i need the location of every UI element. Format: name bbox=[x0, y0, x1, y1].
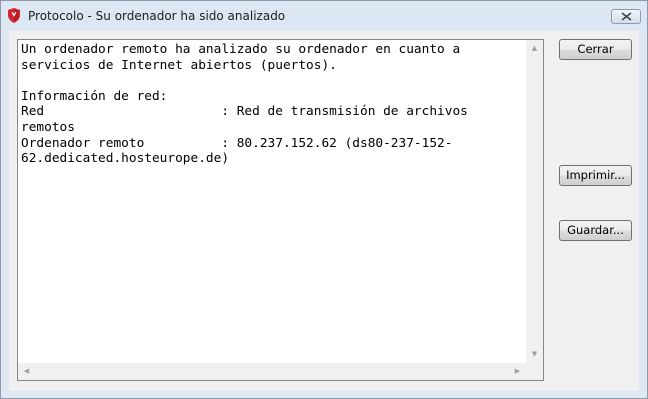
vertical-scrollbar[interactable]: ▲ ▼ bbox=[526, 40, 543, 363]
close-icon bbox=[621, 12, 632, 21]
protocol-dialog: Protocolo - Su ordenador ha sido analiza… bbox=[0, 0, 648, 399]
window-title: Protocolo - Su ordenador ha sido analiza… bbox=[28, 9, 286, 23]
title-bar[interactable]: Protocolo - Su ordenador ha sido analiza… bbox=[1, 1, 647, 31]
dialog-client-area: Un ordenador remoto ha analizado su orde… bbox=[9, 31, 639, 391]
scroll-right-icon[interactable]: ▶ bbox=[509, 363, 526, 380]
shield-icon bbox=[7, 8, 21, 23]
save-button[interactable]: Guardar... bbox=[559, 220, 632, 241]
window-close-button[interactable] bbox=[611, 9, 641, 24]
print-button[interactable]: Imprimir... bbox=[559, 165, 632, 186]
scroll-left-icon[interactable]: ◀ bbox=[18, 363, 35, 380]
protocol-log-textbox[interactable]: Un ordenador remoto ha analizado su orde… bbox=[17, 39, 544, 381]
scroll-up-icon[interactable]: ▲ bbox=[526, 40, 543, 57]
close-button[interactable]: Cerrar bbox=[559, 39, 632, 60]
scrollbar-corner bbox=[526, 363, 543, 380]
horizontal-scrollbar[interactable]: ◀ ▶ bbox=[18, 363, 526, 380]
protocol-log-text[interactable]: Un ordenador remoto ha analizado su orde… bbox=[21, 42, 527, 360]
scroll-down-icon[interactable]: ▼ bbox=[526, 346, 543, 363]
